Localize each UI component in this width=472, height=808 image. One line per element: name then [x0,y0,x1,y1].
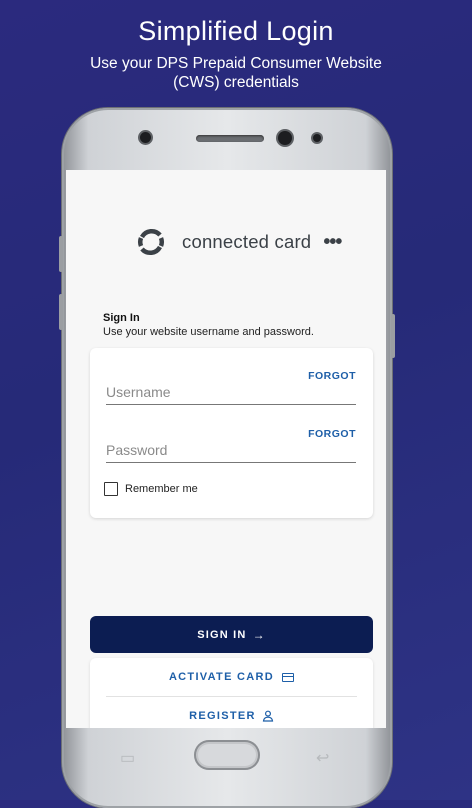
back-icon[interactable]: ↩ [316,748,329,768]
credit-card-icon [282,672,295,682]
home-button[interactable] [194,740,260,770]
app-screen: connected card ••• Sign In Use your webs… [66,170,386,728]
phone-volume-button [59,294,63,330]
recent-apps-icon[interactable]: ▭ [120,748,135,768]
arrow-right-icon: → [252,627,266,642]
phone-volume-button [59,236,63,272]
password-input[interactable] [106,442,296,458]
phone-frame: connected card ••• Sign In Use your webs… [59,108,395,808]
phone-sensor [140,132,151,143]
activate-card-button[interactable]: ACTIVATE CARD [90,658,373,696]
promo-subtitle: Use your DPS Prepaid Consumer Website (C… [90,55,382,91]
register-label: REGISTER [189,710,256,722]
remember-me-checkbox[interactable] [104,482,118,496]
user-icon [262,710,273,722]
forgot-password-link[interactable]: FORGOT [308,428,356,440]
connected-card-logo-icon [138,229,164,255]
secondary-actions-card: ACTIVATE CARD REGISTER [90,658,373,728]
register-button[interactable]: REGISTER [90,697,373,728]
remember-me-label: Remember me [125,483,198,495]
brand-header: connected card ••• [136,222,342,262]
forgot-username-link[interactable]: FORGOT [308,370,356,382]
activate-card-label: ACTIVATE CARD [168,671,275,683]
sign-in-button[interactable]: SIGN IN → [90,616,373,653]
password-field: FORGOT [106,426,356,463]
phone-sensor [313,134,321,142]
signin-subtitle: Use your website username and password. [103,326,314,338]
phone-front-camera [278,131,292,145]
username-input[interactable] [106,384,296,400]
sign-in-label: SIGN IN [197,628,247,641]
phone-speaker [196,135,264,142]
more-horizontal-icon[interactable]: ••• [323,231,342,254]
phone-bottom-bezel: ▭ ↩ [66,728,388,788]
phone-power-button [391,314,395,358]
signin-title: Sign In [103,312,140,324]
promo-title: Simplified Login [138,16,334,46]
username-field: FORGOT [106,368,356,405]
brand-name: connected card [182,231,312,252]
remember-me-row[interactable]: Remember me [104,482,198,496]
login-form-card: FORGOT FORGOT Remember me [90,348,373,518]
